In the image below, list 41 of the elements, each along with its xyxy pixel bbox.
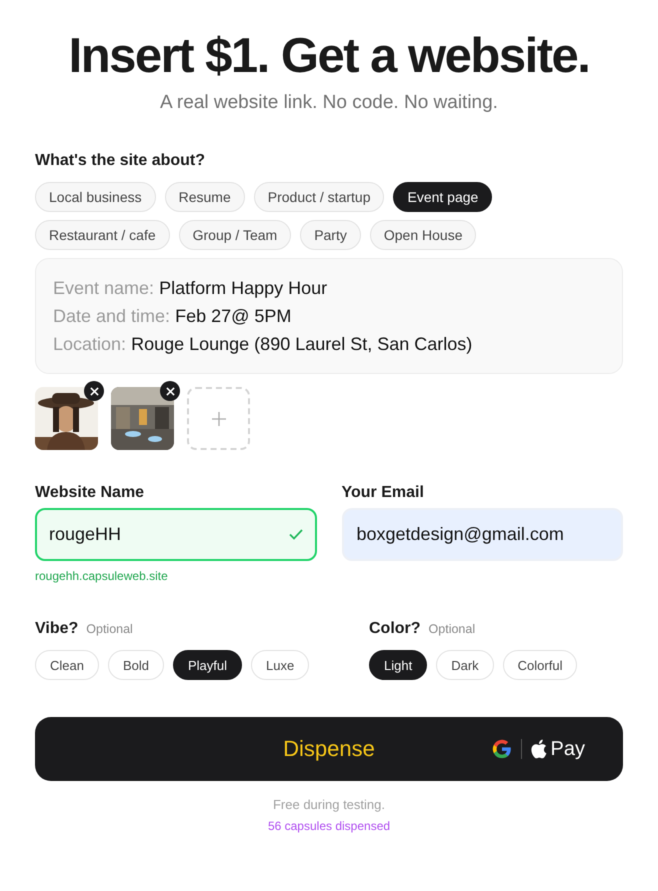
option-chip[interactable]: Colorful [502, 650, 578, 680]
topic-chip[interactable]: Event page [393, 182, 492, 212]
apple-logo-icon [530, 739, 547, 759]
website-name-field[interactable]: rougeHH [35, 508, 316, 561]
detail-line: Location: Rouge Lounge (890 Laurel St, San Carlos) [53, 333, 474, 355]
optional-note: Optional [428, 622, 476, 636]
topic-chip[interactable]: Open House [370, 220, 476, 250]
topic-chip[interactable]: Group / Team [178, 220, 292, 250]
topic-chip[interactable]: Restaurant / cafe [35, 220, 170, 250]
check-icon [288, 529, 302, 540]
option-chip[interactable]: Dark [436, 650, 494, 680]
footer-note: Free during testing. [272, 797, 386, 812]
option-chip[interactable]: Bold [108, 650, 164, 680]
section-label: What's the site about? [35, 152, 206, 170]
google-logo-icon [490, 738, 513, 760]
topic-chip[interactable]: Party [300, 220, 361, 250]
option-label: Color? [369, 620, 421, 638]
optional-note: Optional [86, 622, 133, 636]
option-chip[interactable]: Playful [173, 650, 242, 680]
subtitle: A real website link. No code. No waiting. [159, 92, 499, 114]
option-label: Vibe? [35, 620, 78, 638]
field-label: Website Name [35, 484, 144, 502]
topic-chip[interactable]: Resume [164, 182, 245, 212]
topic-chip[interactable]: Local business [35, 182, 156, 212]
detail-line: Date and time: Feb 27@ 5PM [53, 305, 292, 327]
headline: Insert $1. Get a website. [68, 30, 590, 82]
site-url: rougehh.capsuleweb.site [35, 569, 169, 583]
plus-icon [212, 412, 226, 426]
dispense-button[interactable]: Dispense Pay [35, 717, 623, 781]
option-chip[interactable]: Clean [35, 650, 99, 680]
option-chip[interactable]: Light [369, 650, 428, 680]
dispensed-count: 56 capsules dispensed [266, 819, 392, 833]
remove-icon[interactable] [160, 381, 180, 401]
pay-label: Pay [550, 738, 585, 760]
remove-icon[interactable] [84, 381, 104, 401]
field-label: Your Email [342, 484, 424, 502]
topic-chip[interactable]: Product / startup [254, 182, 384, 212]
email-field[interactable]: boxgetdesign@gmail.com [342, 508, 623, 561]
details-box[interactable]: Event name: Platform Happy Hour Date and time: Feb 27@ 5PM Location: Rouge Lounge (890 Laurel St, San Carlos) [35, 258, 623, 374]
option-chip[interactable]: Luxe [251, 650, 310, 680]
detail-line: Event name: Platform Happy Hour [53, 277, 328, 299]
